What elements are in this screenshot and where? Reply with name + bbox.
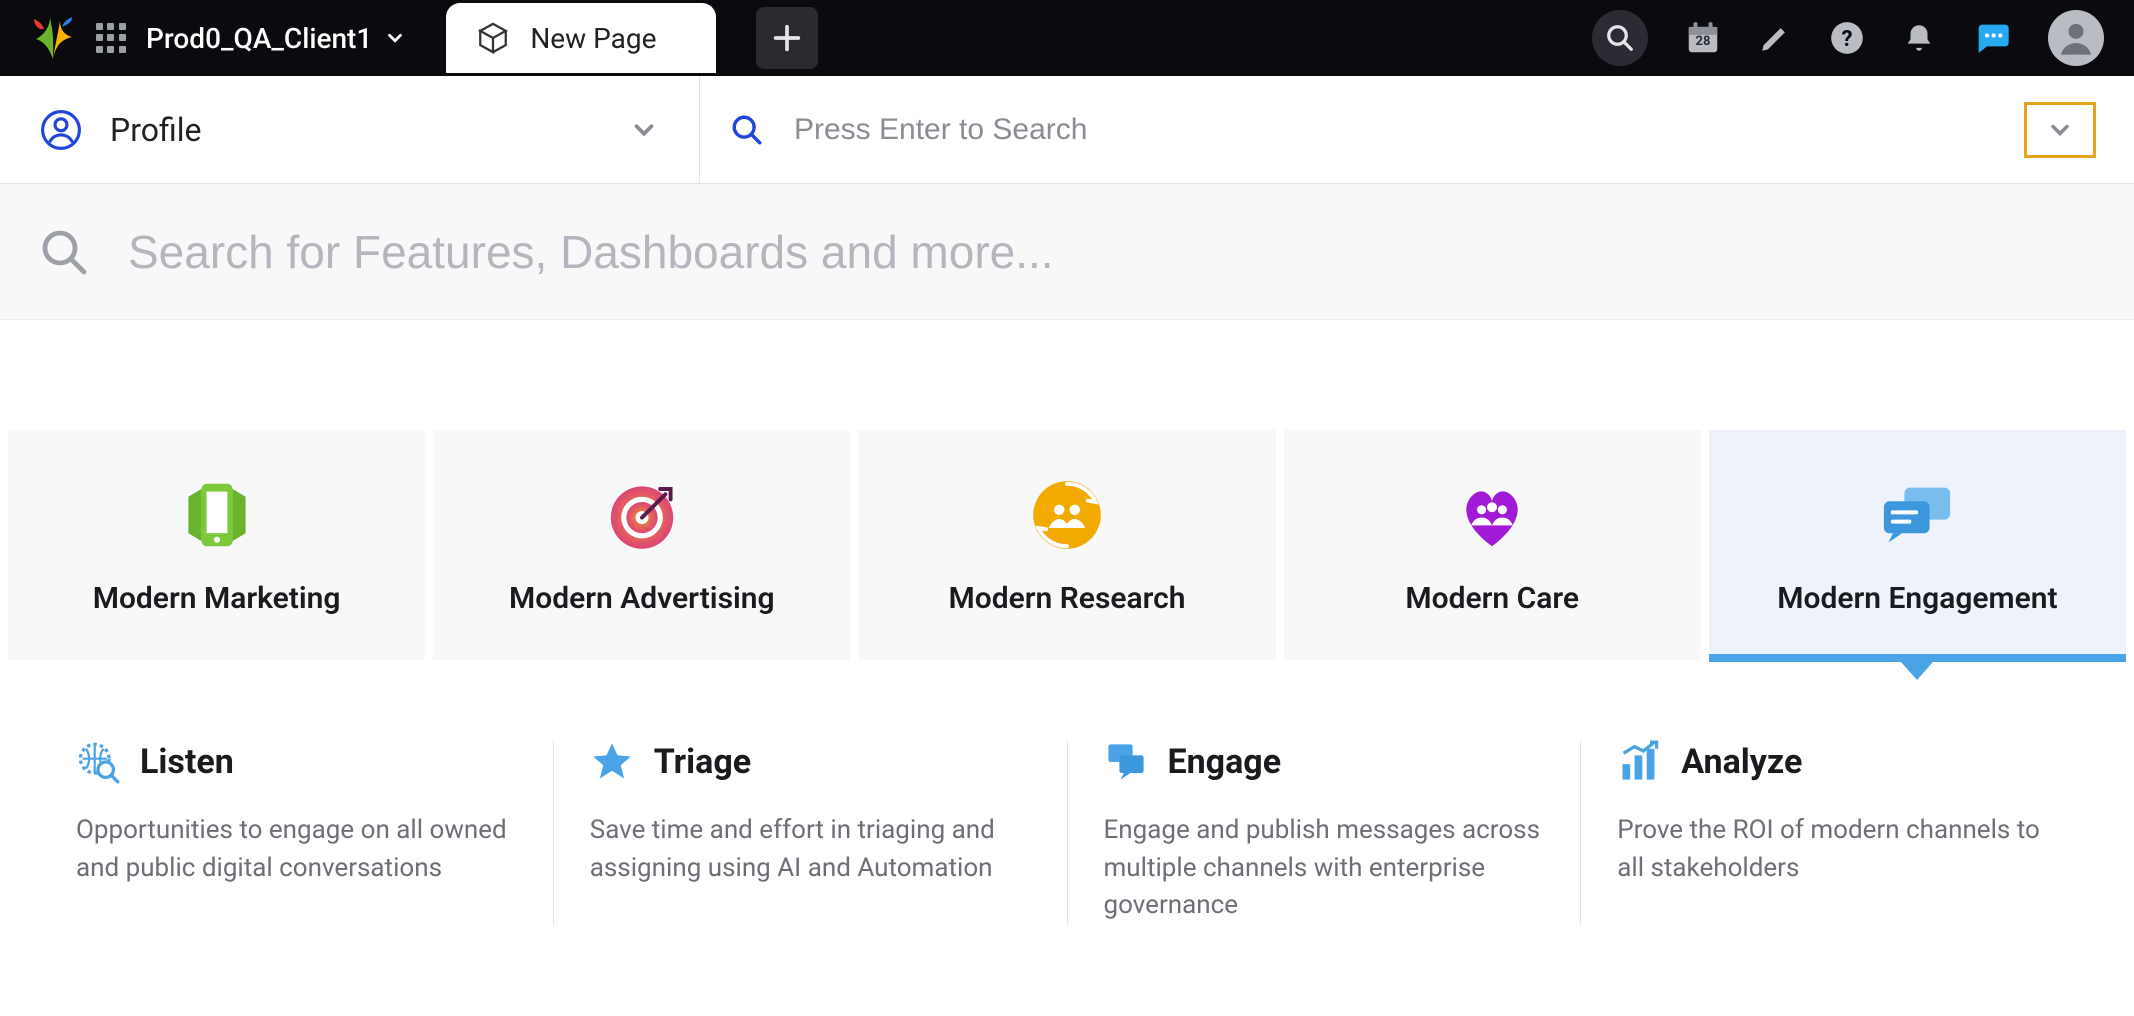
messages-icon (1104, 740, 1148, 784)
search-icon (1605, 23, 1635, 53)
feature-triage[interactable]: Triage Save time and effort in triaging … (553, 740, 1067, 925)
chevron-down-icon (629, 115, 659, 145)
star-icon (590, 740, 634, 784)
heart-people-icon (1452, 475, 1532, 555)
mobile-icon (177, 475, 257, 555)
feature-title: Analyze (1681, 742, 1802, 782)
profile-icon (40, 109, 82, 151)
category-modern-marketing[interactable]: Modern Marketing (8, 430, 425, 660)
category-modern-advertising[interactable]: Modern Advertising (433, 430, 850, 660)
help-button[interactable]: ? (1828, 19, 1866, 57)
new-tab-button[interactable] (756, 7, 818, 69)
feature-engage[interactable]: Engage Engage and publish messages acros… (1067, 740, 1581, 925)
topbar-right: 28 ? (1592, 10, 2104, 66)
help-icon: ? (1828, 19, 1866, 57)
search-icon (40, 228, 88, 276)
calendar-button[interactable]: 28 (1684, 19, 1722, 57)
category-label: Modern Care (1405, 581, 1579, 616)
calendar-day: 28 (1684, 34, 1722, 49)
category-modern-research[interactable]: Modern Research (858, 430, 1275, 660)
feature-title: Listen (140, 742, 234, 782)
feature-title: Engage (1168, 742, 1282, 782)
active-tab[interactable]: New Page (446, 3, 716, 73)
expand-button[interactable] (2024, 102, 2096, 158)
cycle-people-icon (1027, 475, 1107, 555)
tab-label: New Page (530, 22, 656, 55)
svg-text:?: ? (1841, 26, 1852, 52)
category-row: Modern Marketing Modern Advertising Mode… (0, 430, 2134, 660)
category-label: Modern Advertising (509, 581, 775, 616)
edit-button[interactable] (1758, 21, 1792, 55)
app-launcher-icon[interactable] (96, 23, 126, 53)
global-search-button[interactable] (1592, 10, 1648, 66)
user-avatar[interactable] (2048, 10, 2104, 66)
feature-description: Prove the ROI of modern channels to all … (1617, 812, 2058, 887)
category-modern-care[interactable]: Modern Care (1284, 430, 1701, 660)
features-row: Listen Opportunities to engage on all ow… (0, 660, 2134, 925)
topbar-left: Prod0_QA_Client1 New Page (30, 3, 818, 73)
profile-selector[interactable]: Profile (0, 76, 700, 183)
chat-icon (1972, 18, 2012, 58)
brand-logo[interactable] (30, 15, 76, 61)
chevron-down-icon (384, 27, 406, 49)
feature-title: Triage (654, 742, 751, 782)
chevron-down-icon (2046, 116, 2074, 144)
profile-label: Profile (110, 111, 601, 149)
category-label: Modern Engagement (1777, 581, 2057, 616)
chat-button[interactable] (1972, 18, 2012, 58)
subbar-search-input[interactable] (794, 113, 1994, 147)
cube-icon (476, 21, 510, 55)
feature-description: Save time and effort in triaging and ass… (590, 812, 1031, 887)
category-label: Modern Research (948, 581, 1185, 616)
person-icon (2056, 18, 2096, 58)
notifications-button[interactable] (1902, 21, 1936, 55)
bar-chart-icon (1617, 740, 1661, 784)
chat-bubbles-icon (1877, 475, 1957, 555)
category-modern-engagement[interactable]: Modern Engagement (1709, 430, 2126, 660)
target-icon (602, 475, 682, 555)
client-switcher[interactable]: Prod0_QA_Client1 (146, 22, 406, 55)
feature-listen[interactable]: Listen Opportunities to engage on all ow… (40, 740, 553, 925)
topbar: Prod0_QA_Client1 New Page 28 ? (0, 0, 2134, 76)
feature-search-input[interactable] (128, 225, 2094, 279)
selected-indicator (1901, 662, 1933, 680)
plus-icon (770, 21, 804, 55)
feature-description: Opportunities to engage on all owned and… (76, 812, 517, 887)
pencil-icon (1758, 21, 1792, 55)
client-name: Prod0_QA_Client1 (146, 22, 372, 55)
search-icon (730, 113, 764, 147)
subbar-search (700, 102, 2134, 158)
globe-search-icon (76, 740, 120, 784)
feature-description: Engage and publish messages across multi… (1104, 812, 1545, 925)
feature-search-bar (0, 184, 2134, 320)
subbar: Profile (0, 76, 2134, 184)
feature-analyze[interactable]: Analyze Prove the ROI of modern channels… (1580, 740, 2094, 925)
bell-icon (1902, 21, 1936, 55)
category-label: Modern Marketing (93, 581, 341, 616)
